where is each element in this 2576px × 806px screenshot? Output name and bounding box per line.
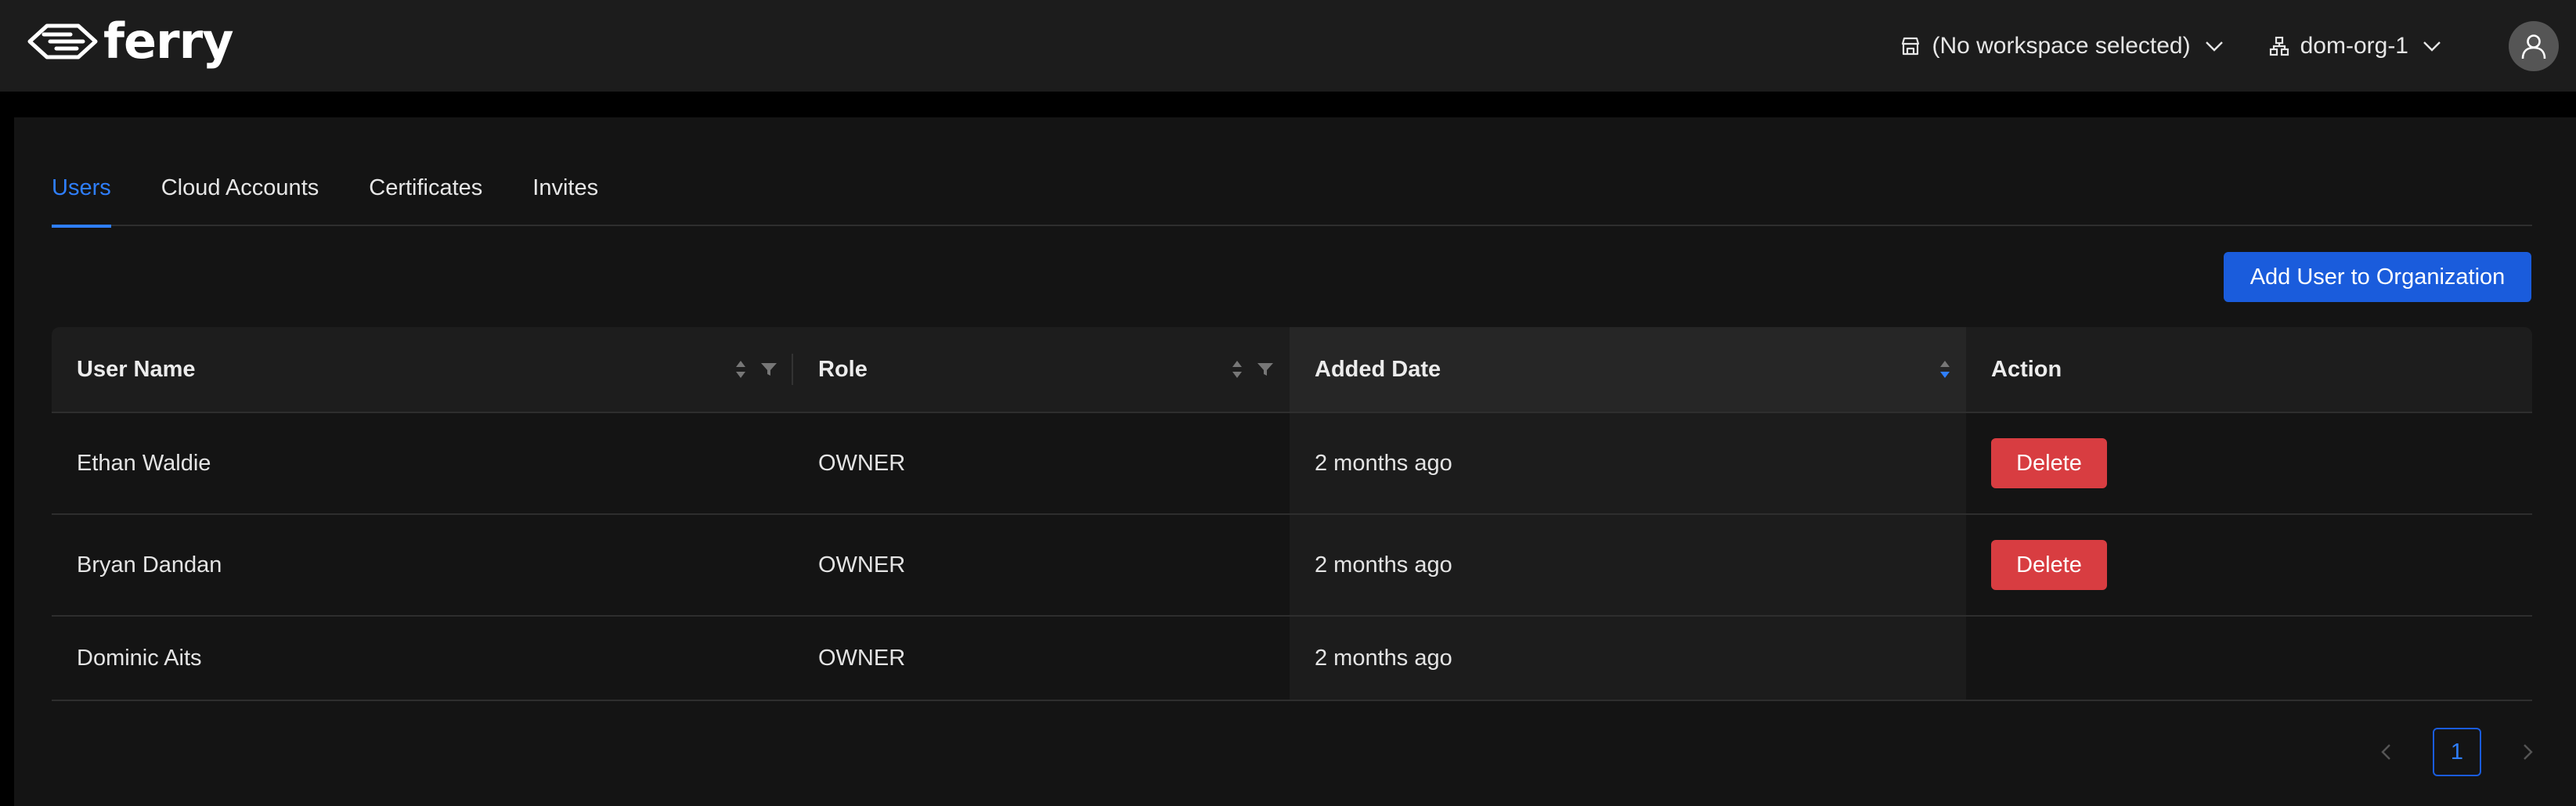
sort-icon[interactable] <box>735 359 746 380</box>
users-table: User Name Role Added Date Action Ethan W… <box>52 327 2532 701</box>
add-user-button[interactable]: Add User to Organization <box>2224 252 2531 302</box>
column-header-added-date[interactable]: Added Date <box>1290 327 1966 412</box>
cell-user-name: Ethan Waldie <box>77 450 211 476</box>
sort-icon[interactable] <box>1232 359 1243 380</box>
page-number-current[interactable]: 1 <box>2433 728 2481 776</box>
table-row: Bryan Dandan OWNER 2 months ago Delete <box>52 513 2532 615</box>
chevron-down-icon <box>2423 40 2441 52</box>
tab-bar: Users Cloud Accounts Certificates Invite… <box>52 164 2532 228</box>
tab-certificates[interactable]: Certificates <box>369 164 482 226</box>
organization-selector[interactable]: dom-org-1 <box>2269 33 2441 59</box>
table-header: User Name Role Added Date Action <box>52 327 2532 412</box>
delete-button[interactable]: Delete <box>1991 540 2107 590</box>
ferry-logo-icon <box>27 23 98 59</box>
tab-invites[interactable]: Invites <box>532 164 598 226</box>
top-navbar: ferry (No workspace selected) dom-org-1 <box>0 0 2576 92</box>
pagination: 1 <box>2370 728 2544 776</box>
logo-text: ferry <box>103 13 234 70</box>
tab-users[interactable]: Users <box>52 164 111 228</box>
store-icon <box>1900 36 1921 56</box>
org-tree-icon <box>2269 36 2289 56</box>
chevron-down-icon <box>2205 40 2224 52</box>
cell-action <box>1966 617 2532 700</box>
ferry-logo[interactable]: ferry <box>27 13 234 70</box>
cell-added-date: 2 months ago <box>1290 515 1966 615</box>
user-icon <box>2521 34 2546 59</box>
cell-action: Delete <box>1966 515 2532 615</box>
user-avatar[interactable] <box>2509 20 2559 71</box>
table-row: Dominic Aits OWNER 2 months ago <box>52 615 2532 701</box>
sort-icon[interactable] <box>1939 359 1950 380</box>
cell-user-name: Bryan Dandan <box>77 552 222 578</box>
main-panel: Users Cloud Accounts Certificates Invite… <box>14 117 2576 806</box>
org-label: dom-org-1 <box>2300 32 2408 59</box>
filter-icon[interactable] <box>760 362 777 377</box>
tab-cloud-accounts[interactable]: Cloud Accounts <box>161 164 319 226</box>
cell-role: OWNER <box>818 450 906 476</box>
cell-role: OWNER <box>818 552 906 578</box>
delete-button[interactable]: Delete <box>1991 438 2107 488</box>
cell-action: Delete <box>1966 413 2532 513</box>
cell-user-name: Dominic Aits <box>77 645 202 671</box>
cell-added-date: 2 months ago <box>1290 617 1966 700</box>
cell-added-date: 2 months ago <box>1290 413 1966 513</box>
workspace-label: (No workspace selected) <box>1932 32 2191 59</box>
table-row: Ethan Waldie OWNER 2 months ago Delete <box>52 412 2532 513</box>
column-header-role[interactable]: Role <box>793 327 1290 412</box>
workspace-selector[interactable]: (No workspace selected) <box>1900 33 2223 59</box>
prev-page-icon[interactable] <box>2370 736 2401 768</box>
cell-role: OWNER <box>818 645 906 671</box>
filter-icon[interactable] <box>1257 362 1274 377</box>
column-header-action: Action <box>1991 356 2062 382</box>
next-page-icon[interactable] <box>2513 736 2544 768</box>
column-header-user-name[interactable]: User Name <box>52 327 793 412</box>
